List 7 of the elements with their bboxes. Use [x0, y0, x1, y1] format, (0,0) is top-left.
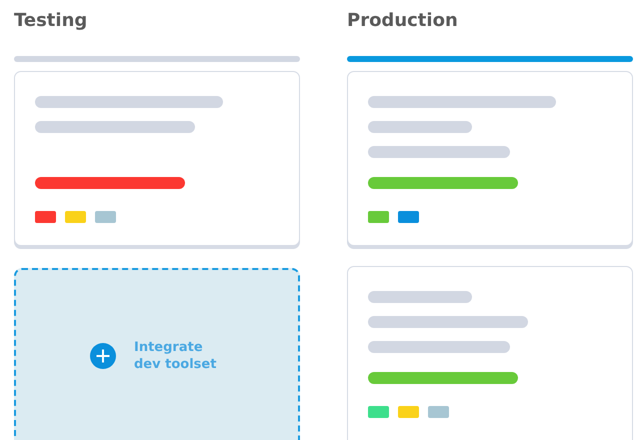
plus-icon — [90, 343, 116, 369]
task-card[interactable] — [14, 71, 300, 246]
column-title: Production — [347, 9, 458, 33]
column-title: Testing — [14, 9, 88, 33]
task-card[interactable] — [347, 71, 633, 246]
task-card[interactable] — [347, 266, 633, 440]
add-card-button[interactable]: Integrate dev toolset — [14, 268, 300, 440]
